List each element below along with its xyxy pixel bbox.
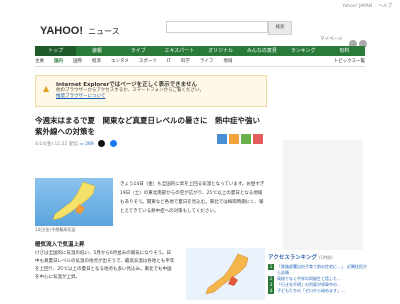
ranking-title: アクセスランキング (1時間): [268, 253, 368, 261]
notice-message: 他のブラウザーからアクセスするか、スマートフォンからご覧ください。 推奨ブラウザ…: [56, 88, 256, 100]
category-main[interactable]: 主要: [35, 58, 44, 66]
forecast-map-image: [35, 178, 113, 226]
facebook-share-icon[interactable]: [109, 140, 117, 147]
category-international[interactable]: 国際: [73, 58, 82, 66]
map-caption: 14日(金)予想最高気温: [35, 227, 76, 232]
recommended-browser-link[interactable]: 推奨ブラウザーについて: [56, 94, 105, 99]
category-domestic[interactable]: 国内: [54, 58, 63, 66]
svg-text:YAHOO!: YAHOO!: [40, 25, 83, 36]
page-header: Yahoo! JAPAN ヘルプ YAHOO! ニュース 検索 マイページ: [0, 0, 400, 48]
search-button[interactable]: 検索: [268, 21, 292, 35]
category-nav: 主要 国内 国際 経済 エンタメ スポーツ IT 科学 ライフ 地域 トピックス…: [35, 58, 365, 67]
ranking-item[interactable]: 1 「鉄路部署出向子育て前の住宅に…」 近隣住民から苦情: [268, 264, 368, 276]
article-body: きょう14日（金）も全国的に昇を上回る気温となっています。お昼すぎ19日（土）の…: [120, 182, 265, 214]
tab-expert[interactable]: エキスパート: [159, 46, 200, 56]
article-date: 4/14(金) 11:22 配信: [35, 142, 78, 147]
x-share-icon[interactable]: [98, 140, 106, 147]
ranking-period: (1時間): [318, 255, 333, 260]
notice-text: 他のブラウザーからアクセスするか、スマートフォンからご覧ください。: [56, 88, 205, 93]
tab-live[interactable]: ライブ: [118, 46, 159, 56]
mypage-link[interactable]: マイページ: [320, 36, 342, 42]
category-entertainment[interactable]: エンタメ: [111, 58, 129, 66]
search-input[interactable]: [166, 21, 268, 33]
tab-paid[interactable]: 有料: [324, 46, 365, 56]
ranking-title-text: アクセスランキング: [268, 255, 318, 261]
category-sports[interactable]: スポーツ: [139, 58, 157, 66]
ranking-item[interactable]: 4 子どもたちの「ゼロから始めます」…: [268, 288, 368, 294]
global-nav: トップ 速報 ライブ エキスパート オリジナル みんなの意見 ランキング 有料: [35, 46, 365, 56]
temperature-map-image: [186, 248, 265, 300]
svg-text:ニュース: ニュース: [88, 27, 120, 36]
ad-placeholder: [283, 140, 363, 250]
article-paragraph: けさは全国的に気温の低い、5月から6月並みの陽気になりそう。日中も真夏日レベルの…: [35, 251, 175, 280]
comment-icon[interactable]: ▭: [79, 142, 83, 147]
article: 今週末はまるで夏 関東など真夏日レベルの暑さに 熱中症や強い紫外線への対策を 4…: [35, 115, 265, 147]
tab-opinion[interactable]: みんなの意見: [241, 46, 282, 56]
article-subhead: 暖気流入で気温上昇: [35, 242, 85, 248]
topics-list-link[interactable]: トピックス一覧: [334, 58, 365, 66]
category-economy[interactable]: 経済: [92, 58, 101, 66]
ranking-list: 1 「鉄路部署出向子育て前の住宅に…」 近隣住民から苦情 2 高校でなく中学の同級生…: [268, 264, 368, 294]
top-link-yahoo[interactable]: Yahoo! JAPAN: [342, 4, 372, 9]
access-ranking: アクセスランキング (1時間) 1 「鉄路部署出向子育て前の住宅に…」 近隣住民か…: [268, 253, 368, 294]
tenki-jp-logo[interactable]: [215, 131, 265, 149]
browser-notice: ▲ Internet Explorerではページを正しく表示できません 他のブラ…: [35, 75, 267, 107]
category-life[interactable]: ライフ: [200, 58, 214, 66]
notice-title: Internet Explorerではページを正しく表示できません: [56, 82, 198, 88]
warning-icon: ▲: [43, 84, 50, 93]
category-local[interactable]: 地域: [223, 58, 232, 66]
top-links: Yahoo! JAPAN ヘルプ: [337, 3, 392, 9]
tab-ranking[interactable]: ランキング: [283, 46, 324, 56]
category-it[interactable]: IT: [167, 58, 171, 66]
category-science[interactable]: 科学: [181, 58, 190, 66]
tab-original[interactable]: オリジナル: [200, 46, 241, 56]
tab-top[interactable]: トップ: [35, 46, 77, 56]
yahoo-news-logo[interactable]: YAHOO! ニュース: [40, 21, 120, 37]
comment-count[interactable]: 269: [85, 142, 94, 147]
tab-breaking[interactable]: 速報: [76, 46, 117, 56]
top-link-help[interactable]: ヘルプ: [379, 4, 393, 9]
